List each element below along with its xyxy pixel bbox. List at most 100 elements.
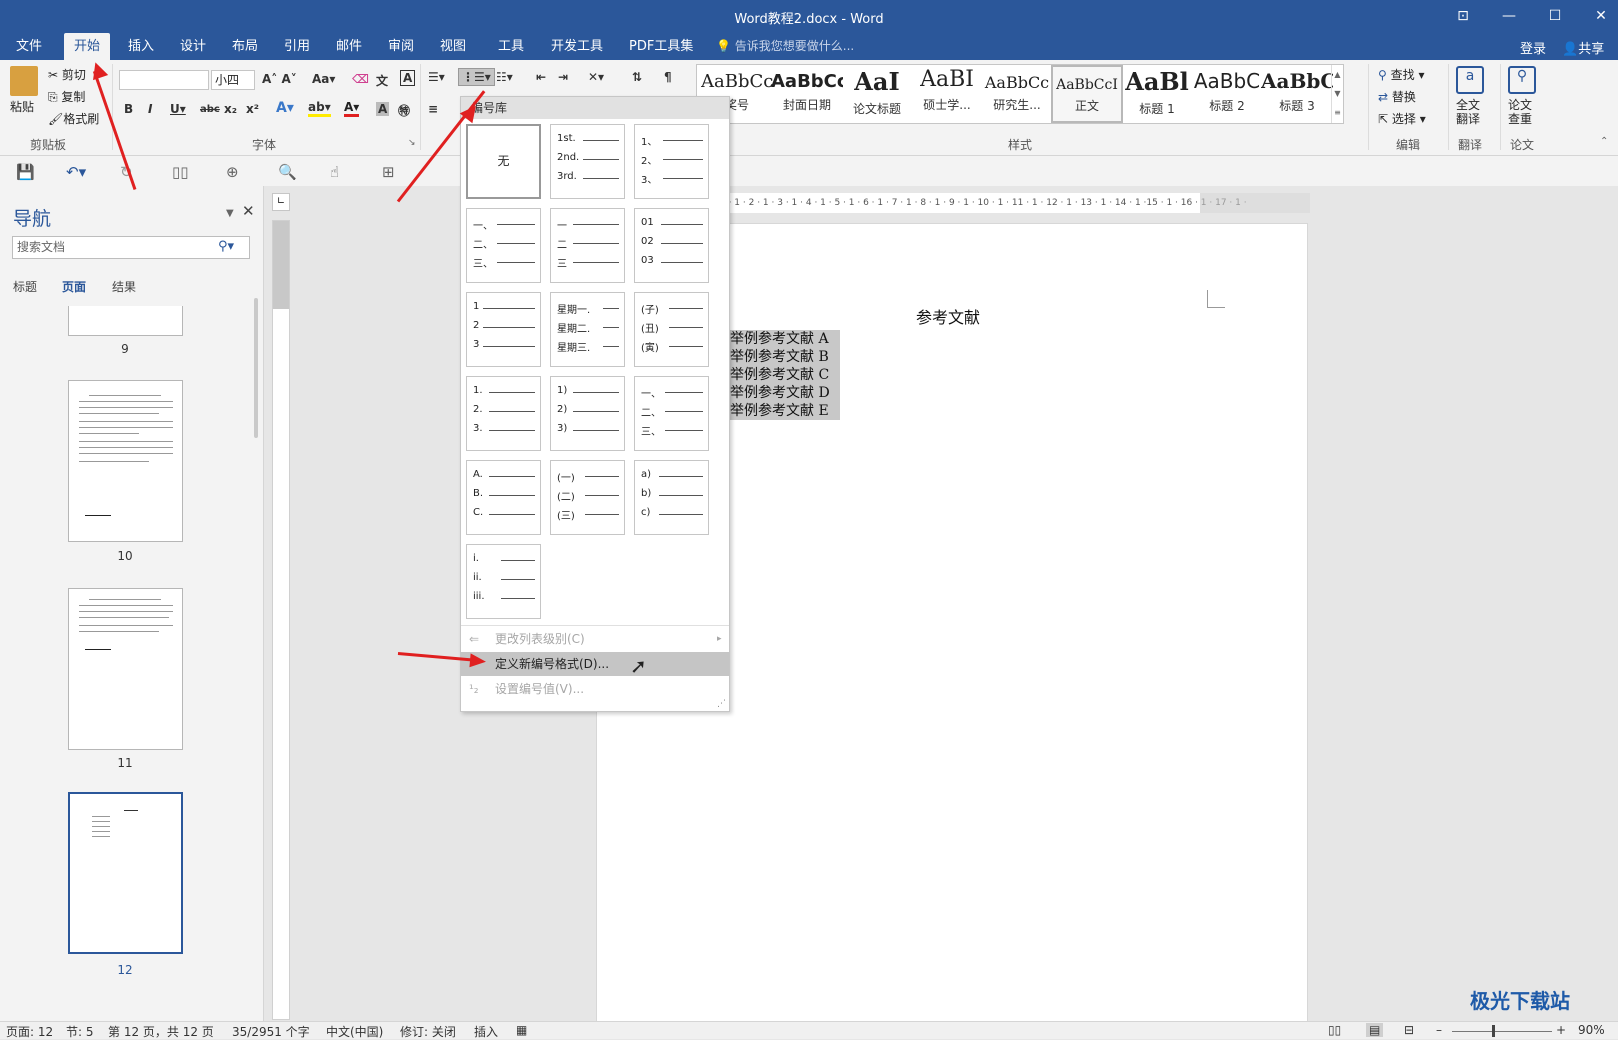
numbering-option[interactable]: 123 — [466, 292, 541, 367]
numbering-option[interactable]: 1. 2. 3. — [466, 376, 541, 451]
tab-headings[interactable]: 标题 — [13, 278, 37, 295]
document-line[interactable]: 举例参考文献 D — [728, 384, 840, 402]
print-preview-icon[interactable]: 🔍 — [278, 163, 297, 181]
vertical-ruler[interactable] — [272, 220, 290, 1020]
numbering-option[interactable]: 一、 二、 三、 — [466, 208, 541, 283]
tab-layout[interactable]: 布局 — [222, 33, 268, 60]
collapse-ribbon-icon[interactable]: ⌃ — [1600, 136, 1608, 147]
grow-font-icon[interactable]: A˄ A˅ — [262, 72, 297, 86]
status-page[interactable]: 页面: 12 — [6, 1023, 53, 1040]
style-item[interactable]: AaBbCc 研究生... — [981, 65, 1053, 123]
change-case-icon[interactable]: Aa▾ — [312, 72, 335, 86]
numbering-option[interactable]: 一、 二、 三、 — [634, 376, 709, 451]
read-mode-icon[interactable]: ▯▯ — [1328, 1023, 1341, 1037]
nav-scrollbar[interactable] — [254, 298, 258, 438]
zoom-level[interactable]: 90% — [1578, 1023, 1605, 1037]
status-section[interactable]: 节: 5 — [66, 1023, 94, 1040]
status-track-changes[interactable]: 修订: 关闭 — [400, 1023, 456, 1040]
bold-icon[interactable]: B — [124, 102, 133, 116]
document-heading[interactable]: 参考文献 — [916, 304, 980, 328]
status-insert-mode[interactable]: 插入 — [474, 1023, 498, 1040]
tab-developer[interactable]: 开发工具 — [541, 33, 613, 60]
show-marks-icon[interactable]: ¶ — [664, 70, 672, 84]
cut-button[interactable]: ✂ 剪切 — [48, 66, 86, 83]
tab-insert[interactable]: 插入 — [118, 33, 164, 60]
style-item[interactable]: AaI 论文标题 — [841, 65, 913, 123]
status-words[interactable]: 35/2951 个字 — [232, 1023, 310, 1040]
underline-icon[interactable]: U▾ — [170, 102, 186, 116]
font-size-combo[interactable]: 小四 — [211, 70, 255, 90]
minimize-button[interactable]: — — [1492, 4, 1526, 28]
tab-tools[interactable]: 工具 — [488, 33, 534, 60]
format-painter-button[interactable]: 🖌格式刷 — [48, 110, 99, 127]
document-line[interactable]: 举例参考文献 C — [728, 366, 840, 384]
status-pages[interactable]: 第 12 页，共 12 页 — [108, 1023, 214, 1040]
page-thumbnail[interactable] — [68, 588, 183, 750]
tab-review[interactable]: 审阅 — [378, 33, 424, 60]
text-effect-icon[interactable]: A▾ — [276, 100, 294, 116]
zoom-out-button[interactable]: – — [1436, 1023, 1442, 1037]
italic-icon[interactable]: I — [148, 102, 152, 116]
tab-pdf-tools[interactable]: PDF工具集 — [619, 33, 703, 60]
share-button[interactable]: 👤共享 — [1562, 38, 1604, 57]
style-item[interactable]: AaBI 硕士学... — [911, 65, 983, 123]
highlight-icon[interactable]: ab▾ — [308, 100, 331, 117]
status-language[interactable]: 中文(中国) — [326, 1023, 383, 1040]
numbering-icon[interactable]: ⋮☰▾ — [458, 68, 495, 86]
font-color-icon[interactable]: A▾ — [344, 100, 360, 117]
tab-design[interactable]: 设计 — [170, 33, 216, 60]
style-item[interactable]: AaBbCc 封面日期 — [771, 65, 843, 123]
close-icon[interactable]: ✕ — [242, 202, 255, 220]
bullets-icon[interactable]: ☰▾ — [428, 70, 445, 84]
numbering-option[interactable]: i. ii. iii. — [466, 544, 541, 619]
undo-icon[interactable]: ↶▾ — [66, 163, 86, 181]
page-thumbnail-selected[interactable] — [68, 792, 183, 954]
close-button[interactable]: ✕ — [1584, 4, 1618, 28]
multilevel-list-icon[interactable]: ☷▾ — [496, 70, 513, 84]
tell-me-box[interactable]: 💡 告诉我您想要做什么... — [716, 33, 854, 60]
tab-pages[interactable]: 页面 — [62, 278, 86, 295]
login-link[interactable]: 登录 — [1520, 38, 1546, 57]
numbering-option[interactable]: 1st. 2nd. 3rd. — [550, 124, 625, 199]
page-thumbnail[interactable] — [68, 380, 183, 542]
decrease-indent-icon[interactable]: ⇤ — [536, 70, 546, 84]
web-layout-icon[interactable]: ⊕ — [226, 163, 239, 181]
numbering-option[interactable]: 一二三 — [550, 208, 625, 283]
resize-grip-icon[interactable]: ⋰ — [717, 699, 726, 709]
paste-button[interactable]: 粘贴 — [10, 98, 34, 115]
tab-references[interactable]: 引用 — [274, 33, 320, 60]
numbering-option[interactable]: 01 02 03 — [634, 208, 709, 283]
clear-format-icon[interactable]: ⌫ — [352, 72, 369, 86]
numbering-option[interactable]: 星期一. 星期二. 星期三. — [550, 292, 625, 367]
align-left-icon[interactable]: ≡ — [428, 102, 438, 116]
style-item-selected[interactable]: AaBbCcI 正文 — [1051, 65, 1123, 123]
paper-check-button[interactable]: 论文 查重 — [1508, 98, 1532, 126]
print-layout-icon[interactable]: ▤ — [1366, 1023, 1384, 1037]
web-layout-icon[interactable]: ⊟ — [1404, 1023, 1414, 1037]
set-numbering-value-item[interactable]: ¹₂ 设置编号值(V)... — [461, 677, 729, 701]
tab-mailings[interactable]: 邮件 — [326, 33, 372, 60]
document-line[interactable]: 举例参考文献 B — [728, 348, 840, 366]
tab-view[interactable]: 视图 — [430, 33, 476, 60]
zoom-in-button[interactable]: + — [1556, 1023, 1566, 1037]
ribbon-display-icon[interactable]: ⊡ — [1446, 4, 1480, 28]
numbering-option[interactable]: a) b) c) — [634, 460, 709, 535]
document-line[interactable]: 举例参考文献 E — [728, 402, 840, 420]
chinese-layout-icon[interactable]: ✕▾ — [588, 70, 604, 84]
increase-indent-icon[interactable]: ⇥ — [558, 70, 568, 84]
style-item[interactable]: AaBbC 标题 3 — [1261, 65, 1333, 123]
zoom-slider[interactable] — [1452, 1031, 1552, 1032]
zoom-slider-thumb[interactable] — [1492, 1025, 1495, 1037]
phonetic-guide-icon[interactable]: 文 — [376, 72, 388, 89]
replace-button[interactable]: ⇄ 替换 — [1378, 88, 1416, 105]
copy-button[interactable]: ⎘ 复制 — [48, 88, 85, 105]
change-list-level-item[interactable]: ⇐ 更改列表级别(C) ▸ — [461, 627, 729, 651]
numbering-option[interactable]: (子) (丑) (寅) — [634, 292, 709, 367]
page-thumbnail[interactable] — [68, 306, 183, 336]
char-shading-icon[interactable]: A — [376, 102, 390, 116]
subscript-icon[interactable]: x₂ — [224, 102, 237, 116]
tab-home[interactable]: 开始 — [64, 33, 111, 60]
search-input[interactable]: 搜索文档 — [12, 236, 250, 259]
reading-mode-icon[interactable]: ▯▯ — [172, 163, 189, 181]
tab-file[interactable]: 文件 — [6, 33, 52, 60]
